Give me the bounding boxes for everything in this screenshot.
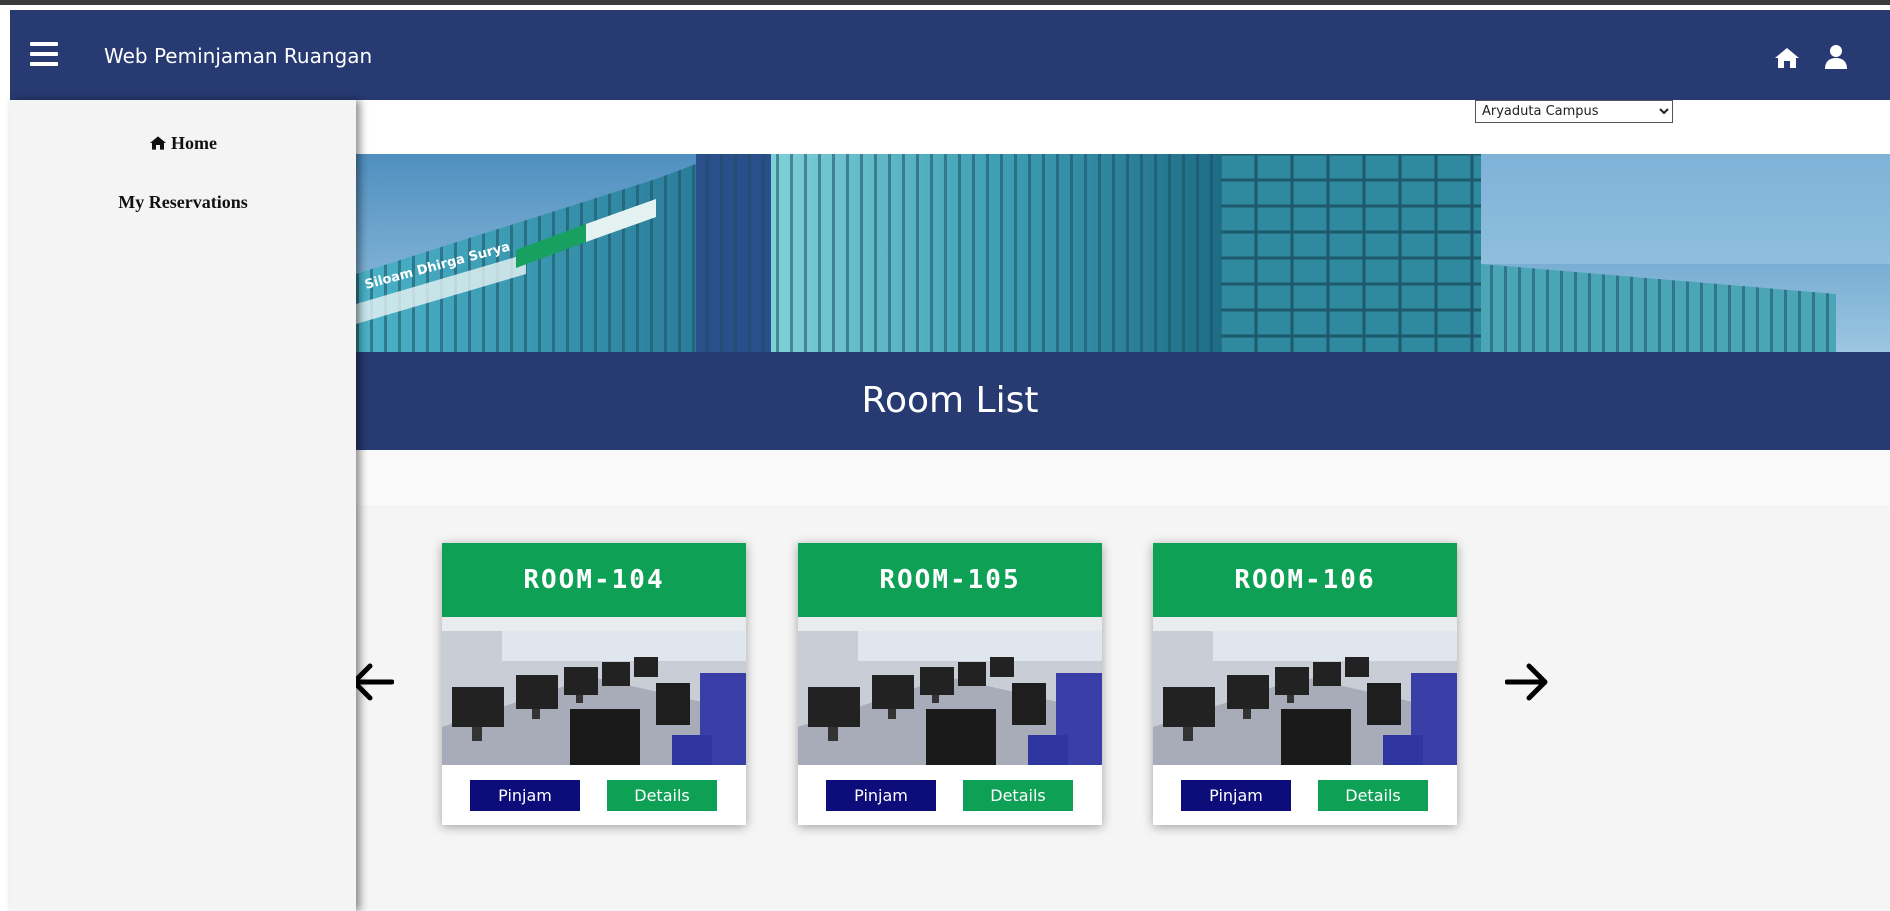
- room-card: ROOM-106 Pinjam Details: [1153, 543, 1457, 825]
- left-gutter: [0, 5, 10, 911]
- room-name: ROOM-104: [442, 543, 746, 617]
- user-icon[interactable]: [1824, 44, 1848, 70]
- top-navbar: Web Peminjaman Ruangan: [10, 10, 1890, 100]
- room-photo: [1153, 617, 1457, 765]
- room-card: ROOM-105 Pinjam Details: [798, 543, 1102, 825]
- room-photo: [798, 617, 1102, 765]
- room-card: ROOM-104 Pinjam Details: [442, 543, 746, 825]
- sidebar: Home My Reservations: [10, 100, 356, 911]
- sidebar-item-home[interactable]: Home: [10, 133, 356, 154]
- window-top-strip: [0, 0, 1890, 5]
- details-button[interactable]: Details: [1318, 780, 1428, 811]
- sidebar-item-label: My Reservations: [118, 192, 248, 212]
- hamburger-menu-icon[interactable]: [30, 42, 58, 66]
- sidebar-item-my-reservations[interactable]: My Reservations: [10, 192, 356, 213]
- pinjam-button[interactable]: Pinjam: [470, 780, 580, 811]
- room-photo: [442, 617, 746, 765]
- room-name: ROOM-106: [1153, 543, 1457, 617]
- app-title: Web Peminjaman Ruangan: [104, 44, 373, 68]
- sidebar-item-label: Home: [171, 133, 217, 153]
- details-button[interactable]: Details: [607, 780, 717, 811]
- campus-select[interactable]: Aryaduta Campus: [1475, 100, 1673, 123]
- building-banner-image: Siloam Dhirga Surya: [356, 154, 1890, 352]
- pinjam-button[interactable]: Pinjam: [1181, 780, 1291, 811]
- details-button[interactable]: Details: [963, 780, 1073, 811]
- home-icon[interactable]: [1774, 46, 1800, 70]
- room-name: ROOM-105: [798, 543, 1102, 617]
- pinjam-button[interactable]: Pinjam: [826, 780, 936, 811]
- arrow-right-icon[interactable]: [1504, 662, 1551, 707]
- room-list-header: Room List: [356, 352, 1890, 450]
- page-title: Room List: [861, 380, 1039, 421]
- home-icon: [150, 136, 166, 150]
